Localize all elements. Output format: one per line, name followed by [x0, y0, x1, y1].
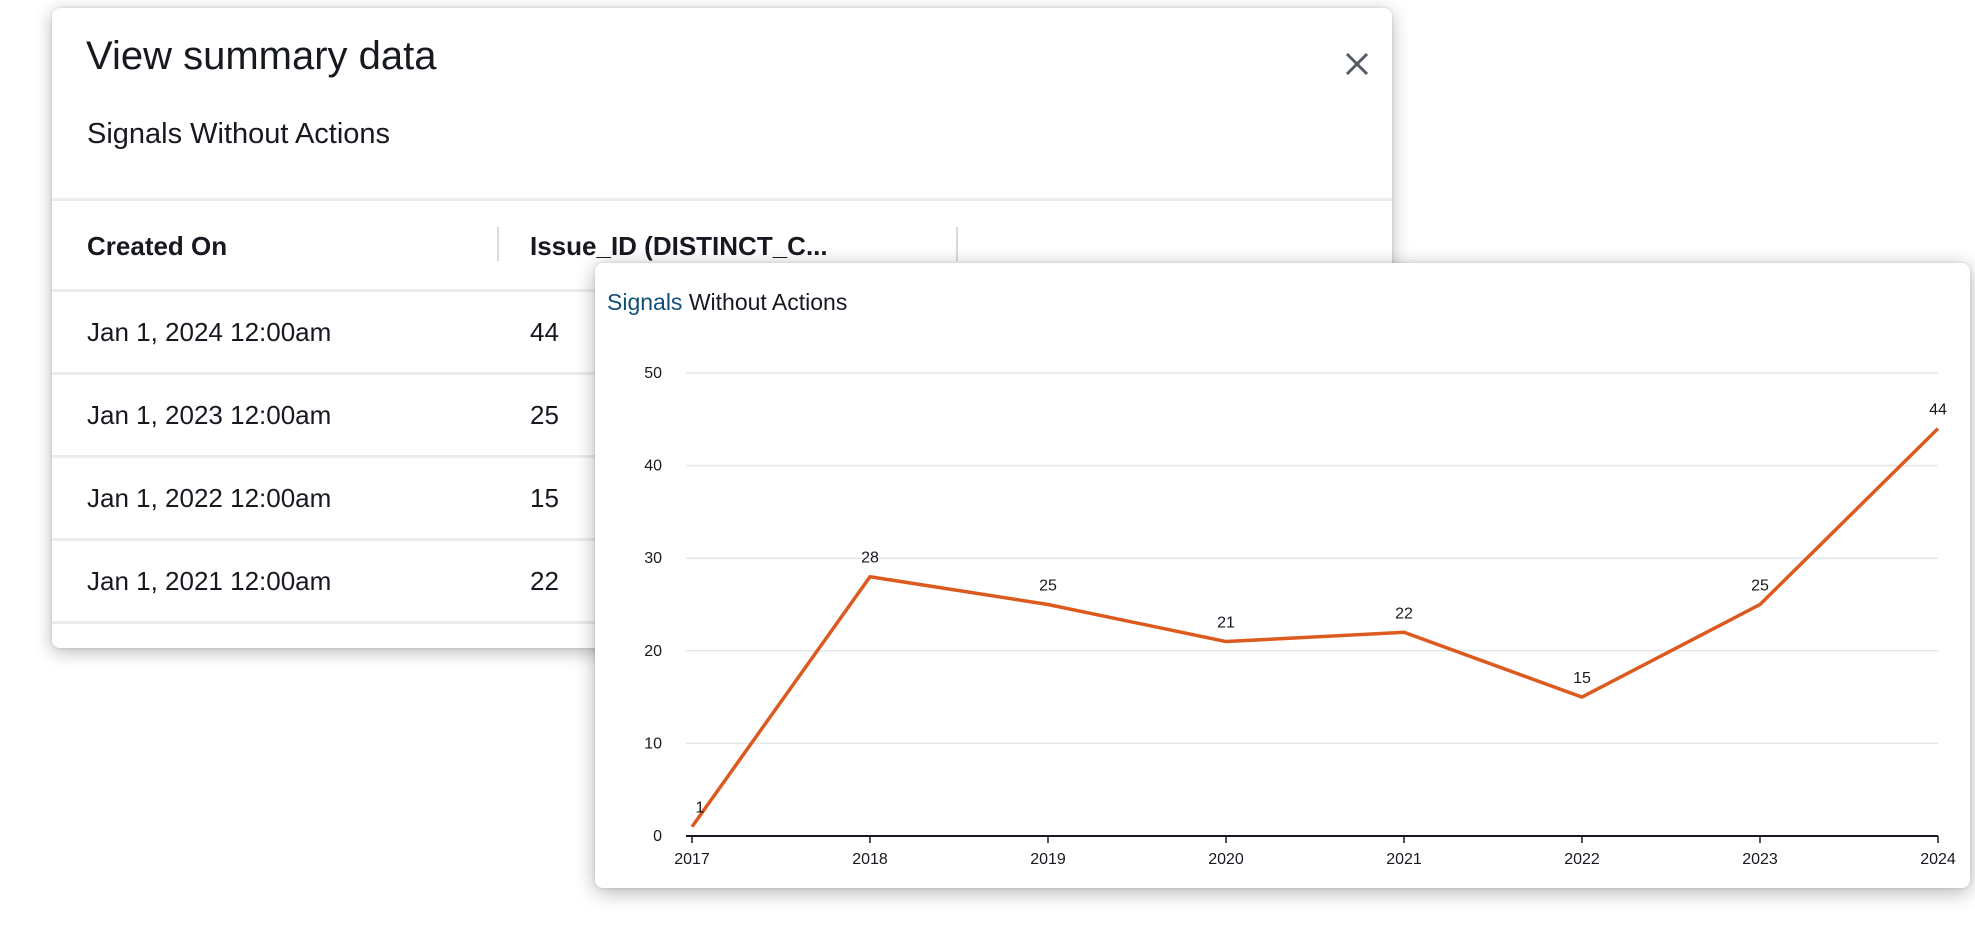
cell-created-on: Jan 1, 2024 12:00am — [87, 317, 332, 347]
cell-created-on: Jan 1, 2022 12:00am — [87, 483, 332, 513]
cell-value: 15 — [530, 483, 559, 513]
y-tick-label: 10 — [644, 735, 662, 752]
cell-value: 44 — [530, 317, 559, 347]
data-label: 21 — [1217, 615, 1235, 632]
data-label: 1 — [696, 800, 705, 817]
data-label: 25 — [1039, 578, 1057, 595]
close-icon — [1345, 52, 1369, 76]
y-tick-label: 40 — [644, 458, 662, 475]
y-tick-label: 20 — [644, 643, 662, 660]
column-resize-handle[interactable] — [956, 227, 958, 261]
y-tick-label: 50 — [644, 365, 662, 382]
column-resize-handle[interactable] — [497, 227, 499, 261]
modal-title: View summary data — [86, 34, 437, 78]
x-tick-label: 2020 — [1208, 851, 1244, 868]
column-header-created-on[interactable]: Created On — [87, 231, 227, 262]
x-tick-label: 2021 — [1386, 851, 1422, 868]
series-line — [690, 427, 1940, 828]
data-label: 44 — [1929, 402, 1947, 419]
cell-created-on: Jan 1, 2021 12:00am — [87, 566, 332, 596]
cell-created-on: Jan 1, 2023 12:00am — [87, 400, 332, 430]
data-label: 25 — [1751, 578, 1769, 595]
x-tick-label: 2023 — [1742, 851, 1778, 868]
y-tick-label: 30 — [644, 550, 662, 567]
x-tick-label: 2024 — [1920, 851, 1956, 868]
data-label: 15 — [1573, 670, 1591, 687]
cell-value: 22 — [530, 566, 559, 596]
cell-value: 25 — [530, 400, 559, 430]
x-tick-label: 2022 — [1564, 851, 1600, 868]
modal-subtitle: Signals Without Actions — [87, 118, 391, 150]
column-header-issue-id[interactable]: Issue_ID (DISTINCT_C... — [530, 231, 828, 262]
line-chart-card: Signals Without Actions 0 10 20 30 40 50 2017 2… — [595, 263, 1970, 888]
x-tick-label: 2017 — [674, 851, 710, 868]
x-tick-label: 2019 — [1030, 851, 1066, 868]
data-label: 28 — [861, 550, 879, 567]
x-tick-label: 2018 — [852, 851, 888, 868]
data-label: 22 — [1395, 605, 1413, 622]
line-chart: 0 10 20 30 40 50 2017 2018 2019 2020 2021 2022 2023 2… — [644, 365, 1956, 868]
close-button[interactable] — [1337, 44, 1377, 84]
y-tick-label: 0 — [653, 828, 662, 845]
